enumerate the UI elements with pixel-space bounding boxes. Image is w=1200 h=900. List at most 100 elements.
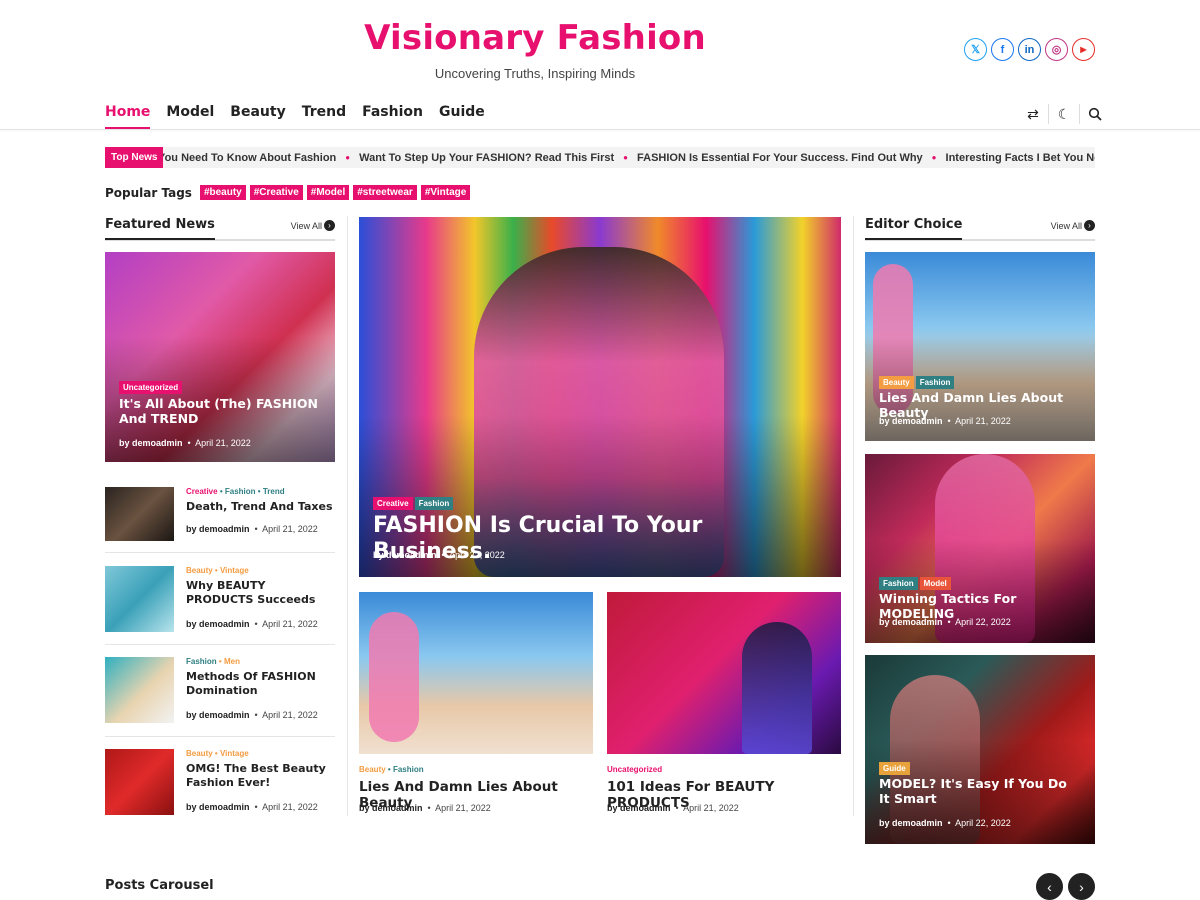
post-categories: Beauty • Fashion: [359, 765, 424, 774]
nav-item-guide[interactable]: Guide: [439, 104, 485, 130]
nav-divider: [1079, 104, 1080, 124]
main-nav: Home Model Beauty Trend Fashion Guide: [105, 104, 485, 130]
instagram-icon[interactable]: ◎: [1045, 38, 1068, 61]
chevron-right-icon: ›: [324, 220, 335, 231]
nav-item-beauty[interactable]: Beauty: [230, 104, 285, 130]
ticker-item[interactable]: Interesting Facts I Bet You Never Knew A…: [946, 152, 1095, 164]
posts-carousel-heading: Posts Carousel: [105, 878, 214, 893]
youtube-icon[interactable]: ▶: [1072, 38, 1095, 61]
nav-item-model[interactable]: Model: [166, 104, 214, 130]
divider: [105, 736, 335, 737]
post-meta: by demoadmin • April 21, 2022: [186, 802, 318, 812]
editor-card[interactable]: Fashion Model Winning Tactics For MODELIN…: [865, 454, 1095, 643]
post-meta: by demoadmin • April 21, 2022: [119, 438, 251, 448]
list-item[interactable]: Beauty • Vintage Why BEAUTY PRODUCTS Suc…: [105, 566, 335, 632]
tag-beauty[interactable]: #beauty: [199, 185, 246, 200]
post-categories: Creative Fashion: [373, 493, 455, 511]
nav-divider: [1048, 104, 1049, 124]
nav-divider-line: [0, 129, 1200, 130]
ticker-separator: ●: [345, 153, 351, 162]
column-divider: [853, 216, 854, 816]
post-meta: by demoadmin • April 22, 2022: [879, 818, 1011, 828]
post-meta: by demoadmin • April 21, 2022: [186, 710, 318, 720]
tag-creative[interactable]: #Creative: [249, 185, 303, 200]
post-thumbnail[interactable]: [105, 657, 174, 723]
carousel-prev-button[interactable]: ‹: [1036, 873, 1063, 900]
search-icon[interactable]: [1082, 104, 1108, 124]
category-badge[interactable]: Beauty: [879, 376, 914, 389]
list-item[interactable]: Creative • Fashion • Trend Death, Trend …: [105, 487, 335, 541]
post-title[interactable]: MODEL? It's Easy If You Do It Smart: [879, 776, 1079, 806]
shuffle-icon[interactable]: ⇄: [1020, 104, 1046, 124]
post-categories: Creative • Fashion • Trend: [186, 487, 285, 496]
category-badge[interactable]: Model: [919, 577, 951, 590]
post-meta: by demoadmin • April 21, 2022: [607, 803, 739, 813]
tag-model[interactable]: #Model: [306, 185, 350, 200]
view-all-link[interactable]: View All ›: [1051, 220, 1095, 231]
section-title: Featured News: [105, 217, 215, 240]
ticker-item[interactable]: FASHION Is Essential For Your Success. F…: [637, 152, 923, 164]
ticker-item[interactable]: Want To Step Up Your FASHION? Read This …: [359, 152, 614, 164]
nav-item-fashion[interactable]: Fashion: [362, 104, 423, 130]
featured-main-title[interactable]: It's All About (The) FASHION And TREND: [119, 396, 324, 426]
post-date: April 21, 2022: [195, 438, 251, 448]
editor-card[interactable]: Guide MODEL? It's Easy If You Do It Smar…: [865, 655, 1095, 844]
post-meta: by demoadmin • April 21, 2022: [186, 619, 318, 629]
post-categories: Beauty Fashion: [879, 372, 956, 390]
post-meta: by demoadmin • April 21, 2022: [186, 524, 318, 534]
post-title[interactable]: Death, Trend And Taxes: [186, 500, 336, 514]
column-divider: [347, 216, 348, 816]
post-categories: Uncategorized: [607, 765, 663, 774]
category-badge[interactable]: Uncategorized: [119, 381, 183, 394]
popular-tags-label: Popular Tags: [105, 185, 192, 200]
post-title[interactable]: OMG! The Best Beauty Fashion Ever!: [186, 762, 336, 790]
divider: [105, 552, 335, 553]
linkedin-icon[interactable]: in: [1018, 38, 1041, 61]
post-meta: by demoadmin • April 22, 2022: [879, 617, 1011, 627]
site-tagline: Uncovering Truths, Inspiring Minds: [434, 66, 636, 81]
post-author: by demoadmin: [119, 438, 183, 448]
editor-card[interactable]: Beauty Fashion Lies And Damn Lies About B…: [865, 252, 1095, 441]
image-shade: [105, 252, 335, 462]
ticker-separator: ●: [931, 153, 937, 162]
list-item[interactable]: Beauty • Vintage OMG! The Best Beauty Fa…: [105, 749, 335, 815]
facebook-icon[interactable]: f: [991, 38, 1014, 61]
post-thumbnail[interactable]: [105, 749, 174, 815]
category-badge[interactable]: Fashion: [879, 577, 918, 590]
list-item[interactable]: Fashion • Men Methods Of FASHION Dominat…: [105, 657, 335, 723]
post-meta: by demoadmin • April 22, 2022: [373, 550, 505, 560]
post-meta: by demoadmin • April 21, 2022: [879, 416, 1011, 426]
hero-card[interactable]: Creative Fashion FASHION Is Crucial To Yo…: [359, 217, 841, 577]
post-title[interactable]: Methods Of FASHION Domination: [186, 670, 336, 698]
ticker-label: Top News: [105, 147, 164, 168]
site-title[interactable]: Visionary Fashion: [0, 18, 1070, 58]
tag-streetwear[interactable]: #streetwear: [353, 185, 417, 200]
post-card-image[interactable]: [607, 592, 841, 754]
tag-vintage[interactable]: #Vintage: [420, 185, 471, 200]
featured-main-card[interactable]: Uncategorized It's All About (The) FASHI…: [105, 252, 335, 462]
category-badge[interactable]: Creative: [373, 497, 413, 510]
nav-item-trend[interactable]: Trend: [302, 104, 346, 130]
flamingo-shape: [369, 612, 419, 742]
social-links: 𝕏 f in ◎ ▶: [964, 38, 1095, 61]
post-categories: Beauty • Vintage: [186, 749, 249, 758]
post-thumbnail[interactable]: [105, 566, 174, 632]
carousel-next-button[interactable]: ›: [1068, 873, 1095, 900]
dark-mode-icon[interactable]: ☾: [1051, 104, 1077, 124]
category-badge[interactable]: Fashion: [915, 376, 955, 389]
category-badge[interactable]: Guide: [879, 762, 910, 775]
category-badge[interactable]: Fashion: [414, 497, 454, 510]
divider: [105, 644, 335, 645]
post-meta: by demoadmin • April 21, 2022: [359, 803, 491, 813]
post-card-image[interactable]: [359, 592, 593, 754]
news-ticker: Top News Important Thing You Need To Kno…: [105, 147, 1095, 168]
post-categories: Guide: [879, 758, 912, 776]
view-all-link[interactable]: View All ›: [291, 220, 335, 231]
post-categories: Beauty • Vintage: [186, 566, 249, 575]
post-categories: Fashion • Men: [186, 657, 240, 666]
post-title[interactable]: Why BEAUTY PRODUCTS Succeeds: [186, 579, 336, 607]
chevron-right-icon: ›: [1084, 220, 1095, 231]
x-twitter-icon[interactable]: 𝕏: [964, 38, 987, 61]
post-thumbnail[interactable]: [105, 487, 174, 541]
nav-item-home[interactable]: Home: [105, 104, 151, 130]
